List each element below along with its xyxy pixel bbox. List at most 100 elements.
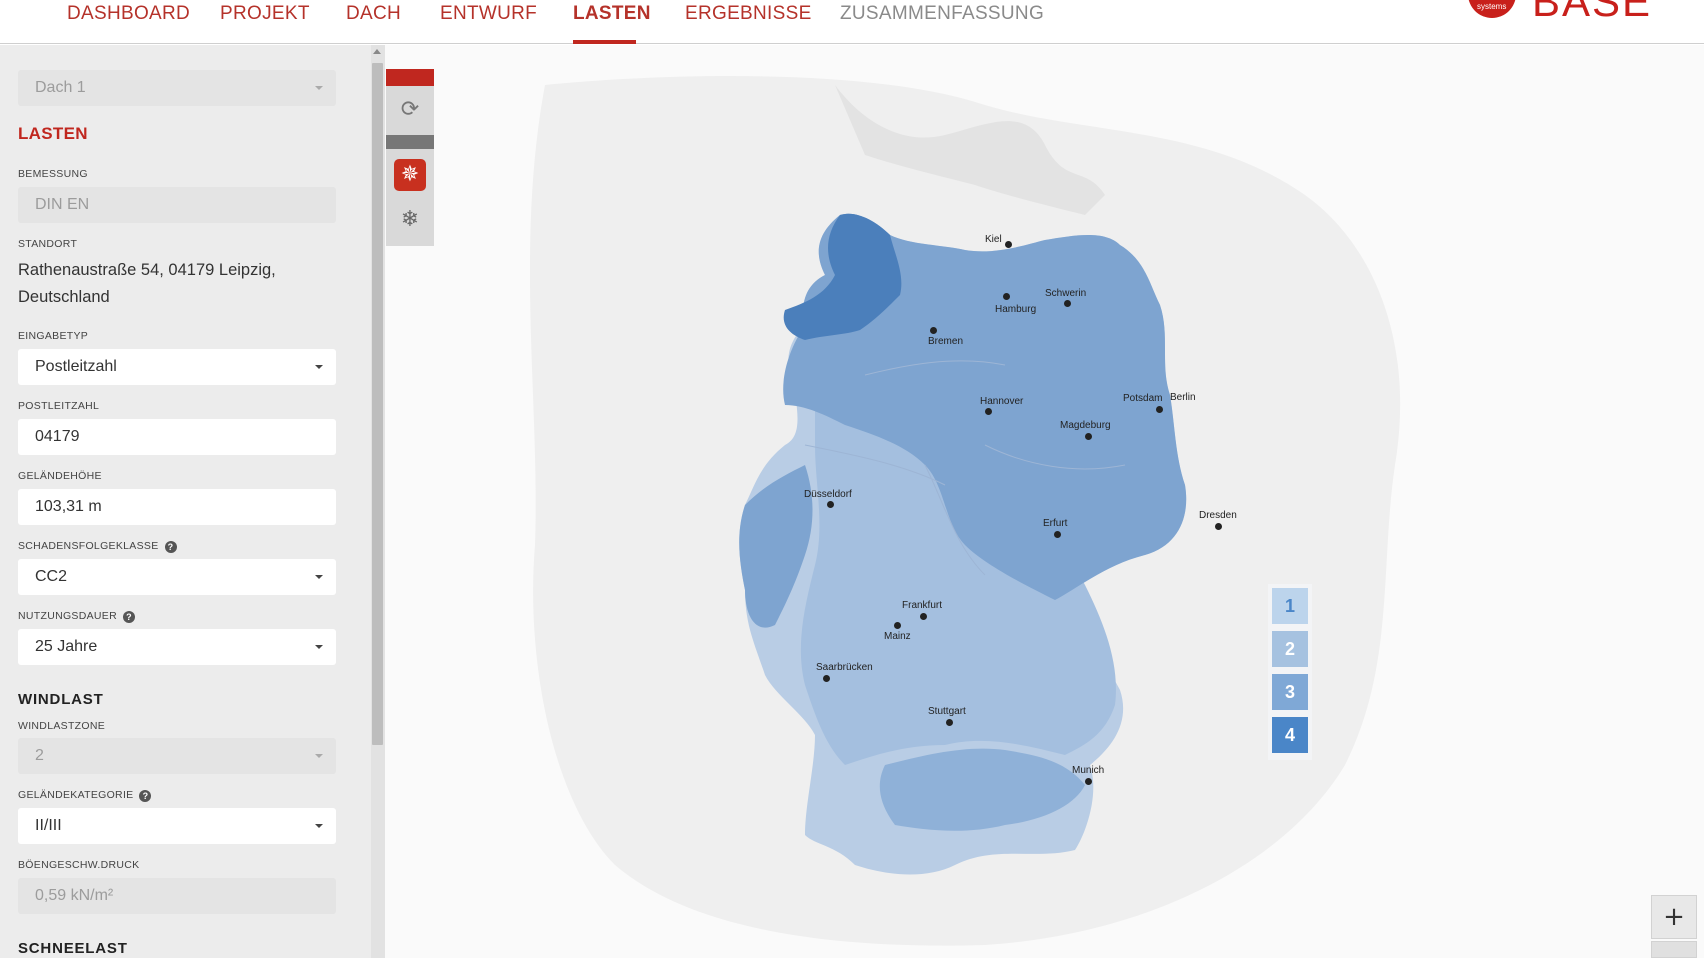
city-label-kiel: Kiel (985, 234, 1002, 245)
germany-map-svg (529, 76, 1401, 946)
tab-zusammenfassung[interactable]: ZUSAMMENFASSUNG (840, 3, 1044, 25)
city-dot (823, 675, 830, 682)
tab-dashboard[interactable]: DASHBOARD (67, 3, 190, 25)
eingabetyp-label: EINGABETYP (18, 330, 89, 342)
section-title-schneelast: SCHNEELAST (18, 940, 128, 957)
city-dot (985, 408, 992, 415)
wind-zone-map[interactable] (385, 45, 1704, 958)
sidebar-scrollbar-thumb[interactable] (372, 63, 383, 745)
bemessung-value: DIN EN (35, 196, 90, 213)
scroll-up-arrow-icon[interactable] (373, 49, 381, 54)
city-dot (1064, 300, 1071, 307)
chevron-down-icon (315, 365, 323, 369)
city-dot (920, 613, 927, 620)
toolbar-header (386, 69, 434, 86)
city-dot (1005, 241, 1012, 248)
city-dot (930, 327, 937, 334)
bemessung-label: BEMESSUNG (18, 168, 88, 180)
boengeschw-label: BÖENGESCHW.DRUCK (18, 859, 140, 871)
eingabetyp-value: Postleitzahl (35, 358, 117, 375)
wind-zone-legend: 1 2 3 4 (1268, 584, 1312, 760)
city-label-bremen: Bremen (928, 336, 964, 347)
city-dot (1215, 523, 1222, 530)
schadensfolgeklasse-label: SCHADENSFOLGEKLASSE? (18, 540, 177, 553)
help-icon[interactable]: ? (164, 541, 177, 553)
roof-select-value: Dach 1 (35, 79, 86, 96)
gelaendehoehe-value: 103,31 m (35, 498, 102, 515)
schadensfolgeklasse-label-text: SCHADENSFOLGEKLASSE (18, 540, 159, 552)
city-label-potsdam: Potsdam (1123, 393, 1163, 404)
postleitzahl-input[interactable]: 04179 (18, 419, 336, 455)
brand-name: BASE (1532, 0, 1653, 25)
city-dot (1156, 406, 1163, 413)
gelaendekategorie-label-text: GELÄNDEKATEGORIE (18, 789, 134, 801)
chevron-down-icon (315, 645, 323, 649)
standort-address: Rathenaustraße 54, 04179 Leipzig, Deutsc… (18, 261, 276, 306)
city-dot (1054, 531, 1061, 538)
schadensfolgeklasse-value: CC2 (35, 568, 68, 585)
nutzungsdauer-select[interactable]: 25 Jahre (18, 629, 336, 665)
active-tab-indicator (573, 40, 636, 44)
zoom-in-button[interactable]: + (1651, 895, 1697, 939)
tab-lasten[interactable]: LASTEN (573, 3, 651, 25)
windlastzone-label: WINDLASTZONE (18, 720, 106, 732)
brand-logo: systems (1468, 0, 1516, 18)
boengeschw-value: 0,59 kN/m² (35, 887, 114, 904)
nutzungsdauer-value: 25 Jahre (35, 638, 98, 655)
legend-zone-2: 2 (1272, 631, 1308, 667)
gelaendekategorie-label: GELÄNDEKATEGORIE? (18, 789, 152, 802)
city-dot (1085, 433, 1092, 440)
tab-ergebnisse[interactable]: ERGEBNISSE (685, 3, 812, 25)
boengeschw-field: 0,59 kN/m² (18, 878, 336, 914)
tab-dach[interactable]: DACH (346, 3, 401, 25)
gelaendehoehe-input[interactable]: 103,31 m (18, 489, 336, 525)
city-dot (946, 719, 953, 726)
legend-zone-3: 3 (1272, 674, 1308, 710)
roof-select[interactable]: Dach 1 (18, 70, 336, 106)
city-label-berlin: Berlin (1170, 392, 1196, 403)
chevron-down-icon (315, 575, 323, 579)
city-label-frankfurt: Frankfurt (902, 600, 943, 611)
windlastzone-select: 2 (18, 738, 336, 774)
zoom-out-button[interactable] (1651, 941, 1697, 958)
gelaendehoehe-label: GELÄNDEHÖHE (18, 470, 102, 482)
city-dot (894, 622, 901, 629)
legend-zone-1: 1 (1272, 588, 1308, 624)
city-dot (1003, 293, 1010, 300)
bemessung-field: DIN EN (18, 187, 336, 223)
chevron-down-icon (315, 86, 323, 90)
tab-projekt[interactable]: PROJEKT (220, 3, 310, 25)
help-icon[interactable]: ? (139, 790, 152, 802)
pinwheel-icon[interactable]: ✵ (394, 159, 426, 191)
help-icon[interactable]: ? (122, 611, 135, 623)
gelaendekategorie-select[interactable]: II/III (18, 808, 336, 844)
city-label-hannover: Hannover (980, 396, 1024, 407)
section-title-windlast: WINDLAST (18, 691, 104, 708)
refresh-icon[interactable]: ⟳ (396, 98, 424, 122)
toolbar-divider (386, 135, 434, 149)
snowflake-icon[interactable]: ❄ (398, 208, 422, 232)
postleitzahl-label: POSTLEITZAHL (18, 400, 100, 412)
chevron-down-icon (315, 824, 323, 828)
city-label-hamburg: Hamburg (995, 304, 1037, 315)
schadensfolgeklasse-select[interactable]: CC2 (18, 559, 336, 595)
city-label-erfurt: Erfurt (1043, 518, 1068, 529)
section-title-lasten: LASTEN (18, 124, 88, 143)
chevron-down-icon (315, 754, 323, 758)
city-label-munich: Munich (1072, 765, 1105, 776)
nutzungsdauer-label-text: NUTZUNGSDAUER (18, 610, 117, 622)
tab-entwurf[interactable]: ENTWURF (440, 3, 537, 25)
eingabetyp-select[interactable]: Postleitzahl (18, 349, 336, 385)
city-label-schwerin: Schwerin (1045, 288, 1087, 299)
nutzungsdauer-label: NUTZUNGSDAUER? (18, 610, 135, 623)
city-dot (827, 501, 834, 508)
standort-label: STANDORT (18, 238, 78, 250)
city-label-magdeburg: Magdeburg (1060, 420, 1111, 431)
city-label-stuttgart: Stuttgart (928, 706, 966, 717)
brand-logo-text: systems (1477, 2, 1507, 11)
postleitzahl-value: 04179 (35, 428, 80, 445)
city-dot (1085, 778, 1092, 785)
top-navigation: DASHBOARD PROJEKT DACH ENTWURF LASTEN ER… (0, 0, 1704, 44)
city-label-mainz: Mainz (884, 631, 911, 642)
legend-zone-4: 4 (1272, 717, 1308, 753)
